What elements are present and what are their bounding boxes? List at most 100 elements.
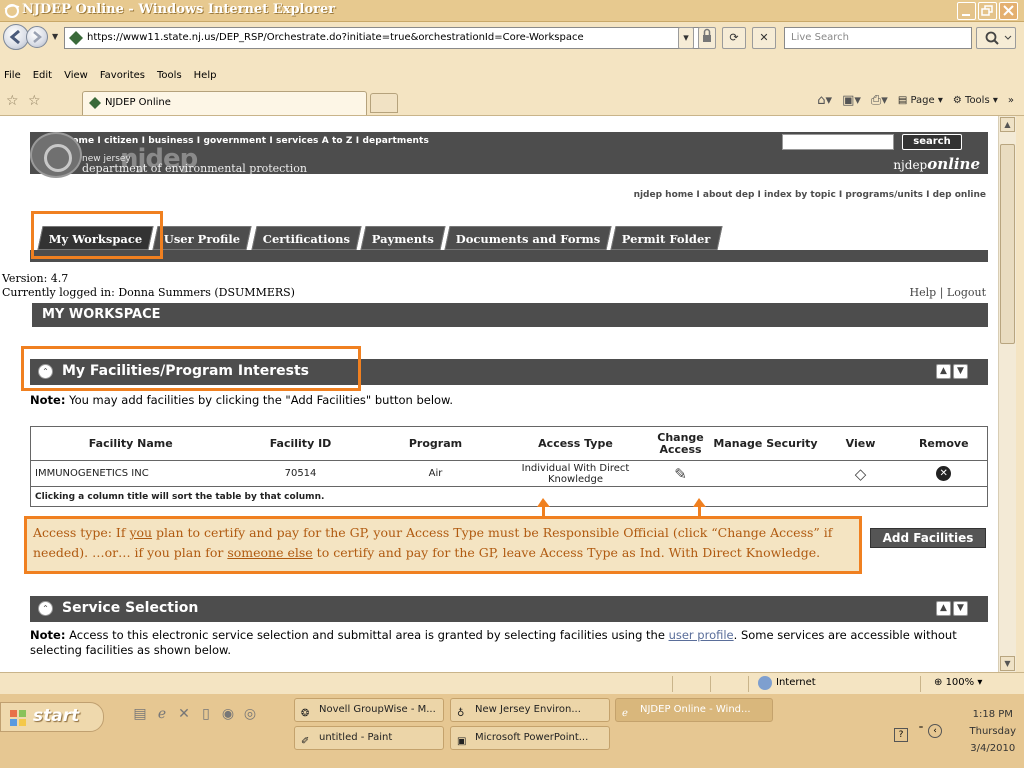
collapse-chevron-up-icon[interactable]: ⌃ [38, 601, 53, 616]
site-search-button[interactable]: search [902, 134, 962, 150]
user-profile-link[interactable]: user profile [669, 628, 734, 642]
tab-bar: ☆ ☆ NJDEP Online ⌂▾ ▣▾ ⎙▾ ▤ Page ▾ ⚙ Too… [0, 86, 1024, 116]
tab-certifications[interactable]: Certifications [251, 226, 362, 250]
column-view[interactable]: View [820, 426, 901, 461]
site-search-input[interactable] [782, 134, 894, 150]
taskbar-groupwise[interactable]: ❂ Novell GroupWise - M... [294, 698, 444, 722]
tray-collapse-chevron-icon[interactable]: ‹ [928, 724, 942, 738]
refresh-button[interactable]: ⟳ [722, 27, 746, 49]
windows-flag-icon [10, 710, 26, 726]
njdep-top-links[interactable]: njhome I citizen I business I government… [56, 136, 429, 146]
remove-x-icon[interactable]: ✕ [936, 466, 952, 481]
taskbar-paint[interactable]: ✐ untitled - Paint [294, 726, 444, 750]
tab-permit-folder[interactable]: Permit Folder [610, 226, 723, 250]
window-title: NJDEP Online - Windows Internet Explorer [22, 2, 336, 17]
favorites-center-star-icon[interactable]: ☆ [6, 93, 22, 109]
quicklaunch-excel-icon[interactable]: ✕ [176, 706, 192, 722]
menu-tools[interactable]: Tools [157, 66, 182, 86]
menu-view[interactable]: View [64, 66, 88, 86]
toolbar-overflow-chevron-icon[interactable]: » [1008, 93, 1014, 109]
view-cell: ◇ [820, 460, 901, 487]
zoom-level[interactable]: ⊕ 100% ▾ [934, 677, 982, 688]
start-button[interactable]: start [0, 702, 104, 732]
taskbar-njdep-online[interactable]: ℯ NJDEP Online - Wind... [615, 698, 773, 722]
menu-help[interactable]: Help [194, 66, 217, 86]
feeds-icon[interactable]: ▣▾ [842, 93, 861, 109]
tabs-underline-bar [30, 250, 988, 262]
move-down-arrow-icon[interactable]: ▼ [953, 364, 968, 379]
quicklaunch-media-icon[interactable]: ◉ [220, 706, 236, 722]
help-logout-links[interactable]: Help | Logout [910, 286, 986, 299]
move-up-arrow-icon[interactable]: ▲ [936, 364, 951, 379]
security-lock-button[interactable] [698, 27, 716, 49]
new-tab-button[interactable] [370, 93, 398, 113]
nj-seal-logo [30, 132, 82, 178]
minimize-button[interactable] [957, 2, 976, 20]
address-url[interactable]: https://www11.state.nj.us/DEP_RSP/Orches… [87, 32, 584, 43]
add-facilities-button[interactable]: Add Facilities [870, 528, 986, 548]
address-dropdown-button[interactable]: ▾ [678, 27, 694, 49]
status-divider [672, 676, 673, 692]
scrollbar-thumb[interactable] [1000, 144, 1015, 344]
add-favorite-star-icon[interactable]: ☆ [28, 93, 44, 109]
move-up-arrow-icon[interactable]: ▲ [936, 601, 951, 616]
tab-payments[interactable]: Payments [360, 226, 446, 250]
quicklaunch-ie-icon[interactable]: ℯ [154, 706, 170, 722]
clock-day: Thursday [969, 726, 1017, 737]
maximize-button[interactable] [978, 2, 997, 20]
column-program[interactable]: Program [370, 426, 501, 461]
njdep-online-logo: njdeponline [893, 155, 980, 173]
page-icon: ▤ [897, 95, 911, 106]
help-tray-icon[interactable]: ? [894, 728, 908, 742]
live-search-input[interactable]: Live Search [784, 27, 972, 49]
njdep-sub-links[interactable]: njdep home I about dep I index by topic … [634, 190, 986, 200]
quicklaunch-document-icon[interactable]: ▯ [198, 706, 214, 722]
column-remove[interactable]: Remove [900, 426, 988, 461]
column-manage-security[interactable]: Manage Security [710, 426, 821, 461]
address-bar[interactable]: https://www11.state.nj.us/DEP_RSP/Orches… [64, 27, 714, 49]
search-go-button[interactable] [976, 27, 1016, 49]
column-change-access[interactable]: Change Access [650, 426, 711, 461]
service-section-title: Service Selection [62, 600, 199, 616]
change-access-pencil-icon[interactable]: ✎ [674, 465, 687, 483]
scroll-down-arrow-icon[interactable]: ▼ [1000, 656, 1015, 671]
powerpoint-icon: ▣ [457, 736, 467, 747]
logged-in-user: Currently logged in: Donna Summers (DSUM… [2, 286, 295, 299]
stop-button[interactable]: ✕ [752, 27, 776, 49]
quicklaunch-app-icon[interactable]: ◎ [242, 706, 258, 722]
menu-file[interactable]: File [4, 66, 21, 86]
quicklaunch-word-icon[interactable]: ▤ [132, 706, 148, 722]
taskbar-new-jersey-environ[interactable]: ♁ New Jersey Environ... [450, 698, 610, 722]
browser-tab-njdep[interactable]: NJDEP Online [82, 91, 367, 115]
column-facility-id[interactable]: Facility ID [230, 426, 371, 461]
page-menu[interactable]: ▤ Page ▾ [898, 93, 943, 109]
scroll-up-arrow-icon[interactable]: ▲ [1000, 117, 1015, 132]
print-icon[interactable]: ⎙▾ [871, 93, 888, 109]
home-icon[interactable]: ⌂▾ [817, 93, 832, 109]
move-down-arrow-icon[interactable]: ▼ [953, 601, 968, 616]
view-book-icon[interactable]: ◇ [855, 465, 867, 483]
tab-my-workspace[interactable]: My Workspace [37, 226, 154, 250]
menu-edit[interactable]: Edit [33, 66, 52, 86]
tools-menu[interactable]: ⚙ Tools ▾ [953, 93, 998, 109]
taskbar-powerpoint[interactable]: ▣ Microsoft PowerPoint... [450, 726, 610, 750]
internet-explorer-icon [4, 4, 20, 18]
system-clock[interactable]: 1:18 PM Thursday 3/4/2010 [970, 706, 1017, 757]
forward-button[interactable] [26, 26, 48, 48]
column-facility-name[interactable]: Facility Name [30, 426, 231, 461]
sort-note: Clicking a column title will sort the ta… [30, 486, 988, 507]
lock-icon [703, 28, 711, 42]
page-scrollbar[interactable]: ▲ ▼ [998, 116, 1016, 672]
tab-user-profile[interactable]: User Profile [152, 226, 253, 250]
table-row: IMMUNOGENETICS INC 70514 Air Individual … [30, 460, 988, 487]
address-toolbar: ▼ https://www11.state.nj.us/DEP_RSP/Orch… [0, 22, 1024, 66]
column-access-type[interactable]: Access Type [500, 426, 651, 461]
network-tray-icon[interactable]: ⁼ [914, 724, 928, 738]
menu-favorites[interactable]: Favorites [100, 66, 145, 86]
recent-pages-dropdown[interactable]: ▼ [52, 32, 58, 41]
gear-icon: ⚙ [952, 95, 966, 106]
facilities-note: Note: You may add facilities by clicking… [30, 393, 454, 407]
tab-documents-and-forms[interactable]: Documents and Forms [444, 226, 613, 250]
close-window-button[interactable] [999, 2, 1018, 20]
brand-subtitle: department of environmental protection [82, 162, 307, 175]
